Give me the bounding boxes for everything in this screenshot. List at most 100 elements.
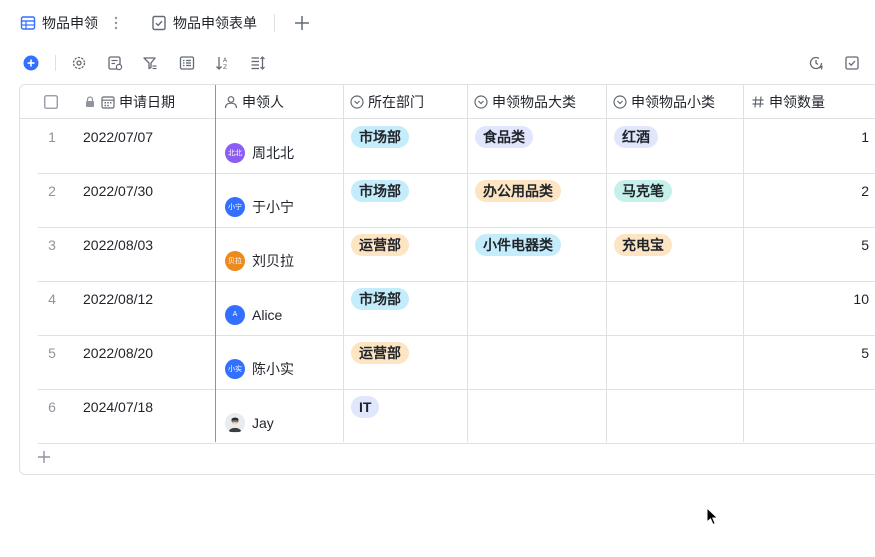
category-cell[interactable]: 办公用品类 [475, 180, 561, 233]
person-cell[interactable]: 贝拉 刘贝拉 [225, 234, 294, 287]
person-name: 陈小实 [252, 360, 294, 377]
date-cell[interactable]: 2022/07/07 [83, 120, 153, 173]
option-tag: IT [351, 396, 380, 418]
dept-cell[interactable]: 市场部 [351, 180, 409, 233]
table-row[interactable]: 6 2024/07/18 Jay IT [20, 390, 875, 444]
column-header-label: 申领物品小类 [631, 94, 715, 110]
checklist-icon[interactable] [843, 54, 861, 72]
tab-item-request-form[interactable]: 物品申领表单 [151, 12, 257, 34]
column-header-label: 所在部门 [368, 94, 424, 110]
table-row[interactable]: 3 2022/08/03 贝拉 刘贝拉 运营部 小件电器类 充电宝 5 [20, 228, 875, 282]
sort-icon[interactable]: A Z [214, 54, 232, 72]
option-tag: 运营部 [351, 234, 409, 256]
option-tag: 办公用品类 [475, 180, 561, 202]
column-divider [343, 85, 344, 442]
svg-text:Z: Z [223, 64, 227, 71]
table-row[interactable]: 4 2022/08/12 A Alice 市场部 10 [20, 282, 875, 336]
row-number: 6 [48, 399, 56, 415]
table-row[interactable]: 5 2022/08/20 小实 陈小实 运营部 5 [20, 336, 875, 390]
subcategory-cell[interactable]: 马克笔 [614, 180, 672, 233]
option-tag: 红酒 [614, 126, 658, 148]
history-icon[interactable] [807, 54, 825, 72]
date-cell[interactable]: 2022/08/20 [83, 336, 153, 389]
data-table: 申请日期 申领人 所在部门 申领物品大类 申领物品小类 申领数量 1 2022/… [19, 84, 875, 475]
person-cell[interactable]: 小实 陈小实 [225, 342, 294, 395]
add-record-icon[interactable] [22, 54, 40, 72]
date-cell[interactable]: 2022/08/12 [83, 282, 153, 335]
quantity-cell[interactable]: 5 [861, 336, 869, 389]
person-cell[interactable]: Jay [225, 396, 274, 449]
single-select-icon [350, 95, 364, 109]
tab-item-request-table[interactable]: 物品申领 [20, 12, 98, 34]
frozen-column-divider [215, 85, 216, 442]
date-cell[interactable]: 2022/07/30 [83, 174, 153, 227]
column-header-label: 申请日期 [119, 94, 175, 110]
person-name: Jay [252, 414, 274, 431]
group-icon[interactable] [178, 54, 196, 72]
person-name: 周北北 [252, 144, 294, 161]
subcategory-cell[interactable]: 充电宝 [614, 234, 672, 287]
number-icon [752, 96, 764, 108]
toolbar-divider [55, 55, 56, 71]
dept-cell[interactable]: 市场部 [351, 126, 409, 179]
column-header-person[interactable]: 申领人 [224, 85, 284, 119]
svg-text:A: A [223, 57, 228, 64]
column-divider [467, 85, 468, 442]
dept-cell[interactable]: 运营部 [351, 234, 409, 287]
option-tag: 充电宝 [614, 234, 672, 256]
filter-icon[interactable] [141, 54, 159, 72]
person-cell[interactable]: A Alice [225, 288, 282, 341]
option-tag: 小件电器类 [475, 234, 561, 256]
column-header-dept[interactable]: 所在部门 [350, 85, 424, 119]
quantity-cell[interactable]: 10 [853, 282, 869, 335]
column-divider [606, 85, 607, 442]
edit-field-icon[interactable] [106, 54, 124, 72]
single-select-icon [613, 95, 627, 109]
category-cell[interactable]: 小件电器类 [475, 234, 561, 287]
option-tag: 食品类 [475, 126, 533, 148]
dept-cell[interactable]: IT [351, 396, 380, 449]
column-header-date[interactable]: 申请日期 [84, 85, 175, 119]
column-header-category[interactable]: 申领物品大类 [474, 85, 576, 119]
date-cell[interactable]: 2022/08/03 [83, 228, 153, 281]
single-select-icon [474, 95, 488, 109]
row-number: 4 [48, 291, 56, 307]
lock-icon [86, 96, 94, 107]
table-row[interactable]: 2 2022/07/30 小宁 于小宁 市场部 办公用品类 马克笔 2 [20, 174, 875, 228]
quantity-cell[interactable]: 1 [861, 120, 869, 173]
row-divider [38, 443, 875, 444]
column-divider [743, 85, 744, 442]
column-header-label: 申领物品大类 [492, 94, 576, 110]
view-toolbar: A Z [0, 50, 875, 76]
subcategory-cell[interactable]: 红酒 [614, 126, 658, 179]
row-number: 2 [48, 183, 56, 199]
tab-label: 物品申领表单 [173, 15, 257, 31]
quantity-cell[interactable]: 5 [861, 228, 869, 281]
dept-cell[interactable]: 市场部 [351, 288, 409, 341]
settings-icon[interactable] [70, 54, 88, 72]
avatar: A [225, 304, 245, 325]
date-cell[interactable]: 2024/07/18 [83, 390, 153, 443]
calendar-icon [101, 96, 115, 109]
row-height-icon[interactable] [249, 54, 267, 72]
quantity-cell[interactable]: 2 [861, 174, 869, 227]
table-row[interactable]: 1 2022/07/07 北北 周北北 市场部 食品类 红酒 1 [20, 120, 875, 174]
row-number: 1 [48, 129, 56, 145]
person-cell[interactable]: 小宁 于小宁 [225, 180, 294, 233]
option-tag: 市场部 [351, 126, 409, 148]
person-name: Alice [252, 306, 283, 323]
more-options-icon[interactable] [111, 14, 121, 32]
add-row-icon[interactable] [36, 449, 52, 465]
option-tag: 市场部 [351, 180, 409, 202]
column-header-label: 申领人 [242, 94, 284, 110]
add-view-icon[interactable] [292, 13, 312, 33]
person-icon [224, 96, 238, 109]
dept-cell[interactable]: 运营部 [351, 342, 409, 395]
avatar: 北北 [225, 142, 245, 163]
category-cell[interactable]: 食品类 [475, 126, 533, 179]
view-tab-bar: 物品申领 物品申领表单 [0, 0, 875, 44]
person-cell[interactable]: 北北 周北北 [225, 126, 294, 179]
column-header-subcategory[interactable]: 申领物品小类 [613, 85, 715, 119]
select-all-checkbox[interactable] [44, 85, 58, 119]
column-header-qty[interactable]: 申领数量 [751, 85, 825, 119]
